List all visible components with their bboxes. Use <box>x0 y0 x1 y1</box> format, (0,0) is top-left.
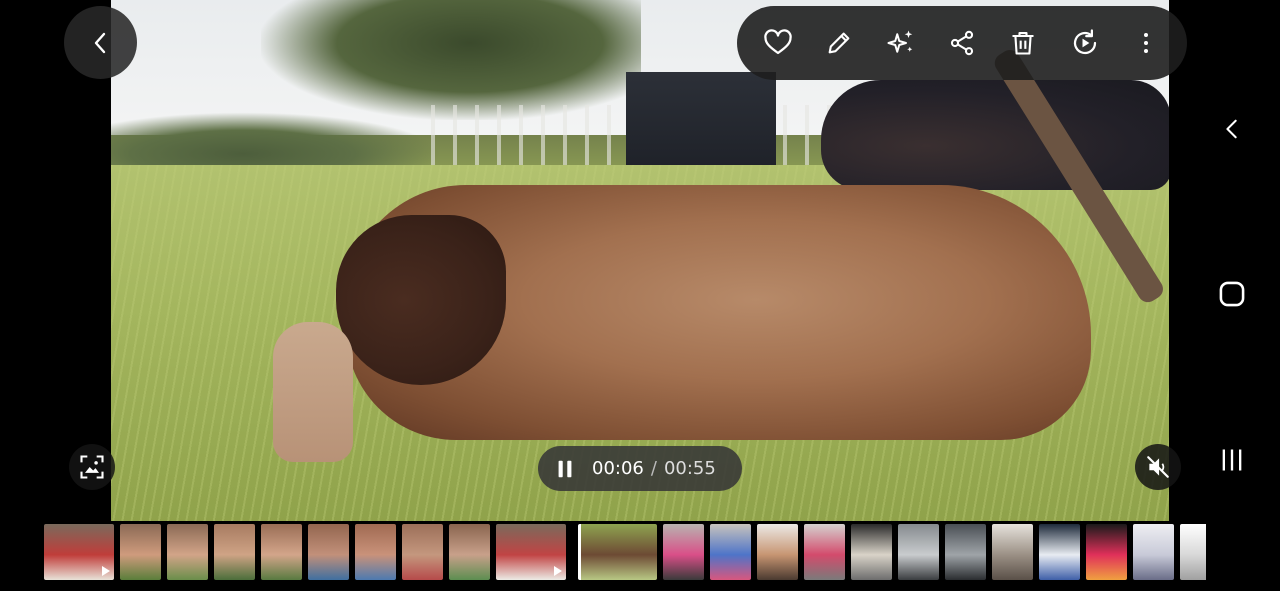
nav-recents-button[interactable] <box>1213 441 1251 479</box>
thumbnail-item[interactable] <box>898 524 939 580</box>
thumbnail-item[interactable] <box>1039 524 1080 580</box>
thumbnail-item[interactable] <box>757 524 798 580</box>
capture-frame-button[interactable] <box>69 444 115 490</box>
video-tree-leaves <box>261 0 641 120</box>
thumbnail-item[interactable] <box>120 524 161 580</box>
top-toolbar <box>737 6 1187 80</box>
thumbnail-item[interactable] <box>355 524 396 580</box>
pause-icon[interactable] <box>554 458 576 480</box>
thumbnail-current[interactable] <box>578 524 657 580</box>
heart-icon <box>763 29 792 55</box>
thumbnail-item[interactable] <box>44 524 114 580</box>
thumbnail-item[interactable] <box>804 524 845 580</box>
total-time: 00:55 <box>663 458 716 479</box>
thumbnail-item[interactable] <box>710 524 751 580</box>
nav-back-button[interactable] <box>1213 110 1251 148</box>
thumbnail-item[interactable] <box>496 524 566 580</box>
thumbnail-item[interactable] <box>449 524 490 580</box>
effects-button[interactable] <box>878 20 924 66</box>
thumbnail-item[interactable] <box>992 524 1033 580</box>
share-button[interactable] <box>939 20 985 66</box>
edit-button[interactable] <box>816 20 862 66</box>
video-black-cow <box>821 80 1169 190</box>
video-calf <box>273 322 353 462</box>
time-separator: / <box>650 458 657 479</box>
delete-icon <box>1012 32 1034 55</box>
thumbnail-item[interactable] <box>1133 524 1174 580</box>
thumbnail-item[interactable] <box>663 524 704 580</box>
edit-icon <box>828 32 850 54</box>
back-arrow-icon <box>94 32 105 53</box>
video-play-icon <box>554 566 562 576</box>
current-time: 00:06 <box>592 458 644 479</box>
thumbnail-item[interactable] <box>214 524 255 580</box>
share-icon <box>950 30 974 56</box>
thumbnail-item[interactable] <box>402 524 443 580</box>
thumbnail-strip[interactable] <box>44 524 1206 580</box>
thumbnail-item[interactable] <box>1086 524 1127 580</box>
thumbnail-item[interactable] <box>1180 524 1206 580</box>
thumbnail-item[interactable] <box>308 524 349 580</box>
rotate-icon <box>1073 29 1096 55</box>
favorite-button[interactable] <box>755 20 801 66</box>
video-cow-head <box>336 215 506 385</box>
video-viewer-screen: 00:06 / 00:55 <box>0 0 1280 591</box>
thumbnail-item[interactable] <box>261 524 302 580</box>
more-options-button[interactable] <box>1123 20 1169 66</box>
system-navigation-bar <box>1169 0 1280 591</box>
nav-home-button[interactable] <box>1213 275 1251 313</box>
thumbnail-item[interactable] <box>851 524 892 580</box>
back-chevron-icon <box>1226 119 1237 139</box>
video-play-icon <box>102 566 110 576</box>
capture-frame-icon <box>80 455 104 479</box>
thumbnail-item[interactable] <box>945 524 986 580</box>
thumbnail-item[interactable] <box>167 524 208 580</box>
more-options-icon <box>1144 33 1149 53</box>
sparkle-effects-icon <box>887 30 912 53</box>
video-shed <box>626 72 776 167</box>
playback-control: 00:06 / 00:55 <box>538 446 742 491</box>
delete-button[interactable] <box>1000 20 1046 66</box>
back-button[interactable] <box>64 6 137 79</box>
home-icon <box>1219 281 1245 307</box>
rotate-play-button[interactable] <box>1062 20 1108 66</box>
recent-apps-icon <box>1222 449 1242 471</box>
speaker-muted-icon <box>1147 456 1169 478</box>
